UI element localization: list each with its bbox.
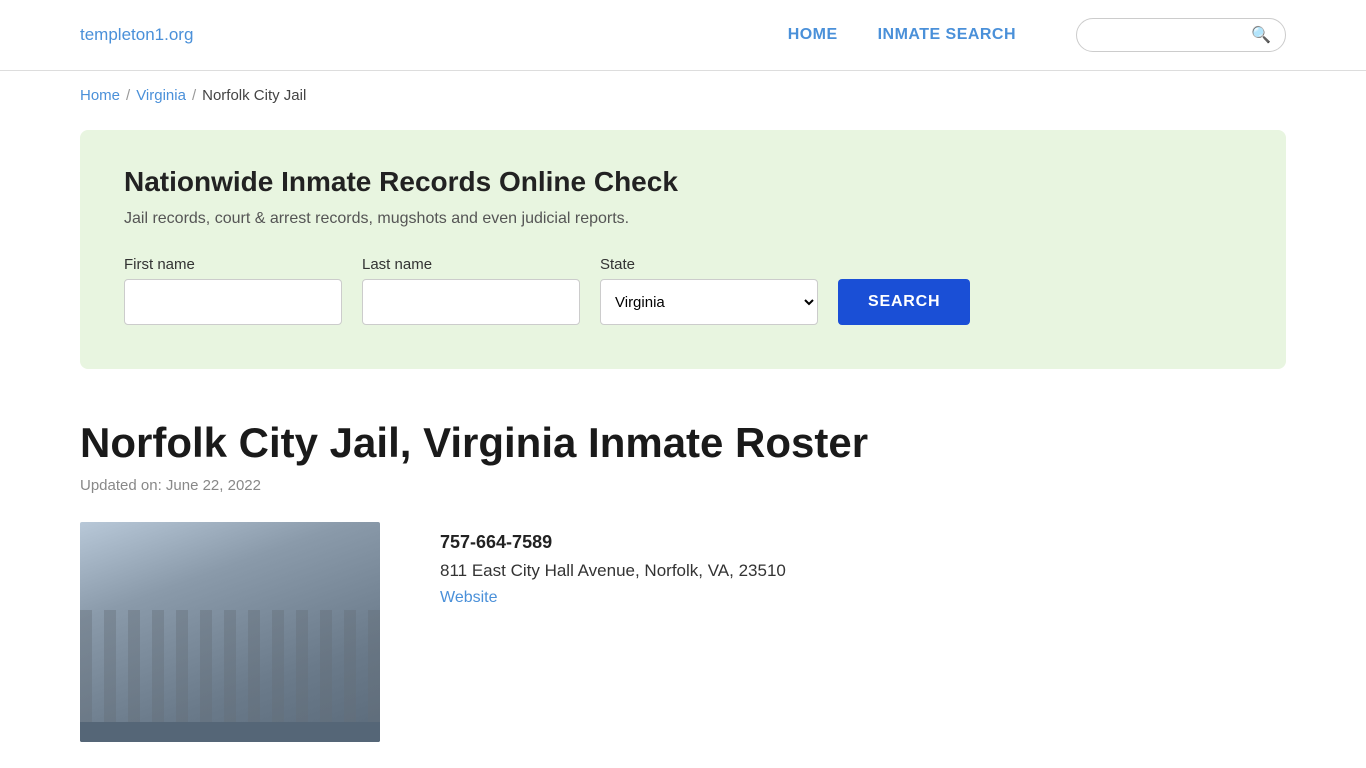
nav-search-input[interactable]: [1091, 27, 1247, 43]
navigation: templeton1.org HOME INMATE SEARCH 🔍: [0, 0, 1366, 71]
breadcrumb-home[interactable]: Home: [80, 87, 120, 104]
main-content: Norfolk City Jail, Virginia Inmate Roste…: [0, 399, 1366, 762]
breadcrumb-state[interactable]: Virginia: [136, 87, 186, 104]
first-name-group: First name: [124, 256, 342, 325]
nav-home-link[interactable]: HOME: [788, 26, 838, 44]
first-name-input[interactable]: [124, 279, 342, 325]
nav-search-box: 🔍: [1076, 18, 1286, 52]
first-name-label: First name: [124, 256, 342, 273]
jail-building-image: [80, 522, 380, 742]
page-title: Norfolk City Jail, Virginia Inmate Roste…: [80, 419, 1286, 467]
breadcrumb-sep-2: /: [192, 87, 196, 104]
nav-inmate-search-link[interactable]: INMATE SEARCH: [878, 26, 1016, 44]
jail-address: 811 East City Hall Avenue, Norfolk, VA, …: [440, 561, 786, 581]
state-label: State: [600, 256, 818, 273]
breadcrumb: Home / Virginia / Norfolk City Jail: [0, 71, 1366, 120]
state-group: State Virginia Alabama Alaska Arizona Ar…: [600, 256, 818, 325]
info-section: 757-664-7589 811 East City Hall Avenue, …: [80, 522, 1286, 742]
jail-phone: 757-664-7589: [440, 532, 786, 553]
search-panel-title: Nationwide Inmate Records Online Check: [124, 166, 1242, 198]
breadcrumb-current: Norfolk City Jail: [202, 87, 306, 104]
last-name-group: Last name: [362, 256, 580, 325]
updated-date: Updated on: June 22, 2022: [80, 477, 1286, 494]
search-form: First name Last name State Virginia Alab…: [124, 256, 1242, 325]
nav-links: HOME INMATE SEARCH: [788, 26, 1016, 44]
state-select[interactable]: Virginia Alabama Alaska Arizona Arkansas…: [600, 279, 818, 325]
jail-website-link[interactable]: Website: [440, 589, 786, 607]
search-panel: Nationwide Inmate Records Online Check J…: [80, 130, 1286, 369]
breadcrumb-sep-1: /: [126, 87, 130, 104]
last-name-input[interactable]: [362, 279, 580, 325]
search-button[interactable]: SEARCH: [838, 279, 970, 325]
search-panel-description: Jail records, court & arrest records, mu…: [124, 210, 1242, 228]
jail-details: 757-664-7589 811 East City Hall Avenue, …: [440, 522, 786, 607]
search-icon: 🔍: [1251, 25, 1271, 45]
site-logo[interactable]: templeton1.org: [80, 25, 193, 45]
last-name-label: Last name: [362, 256, 580, 273]
